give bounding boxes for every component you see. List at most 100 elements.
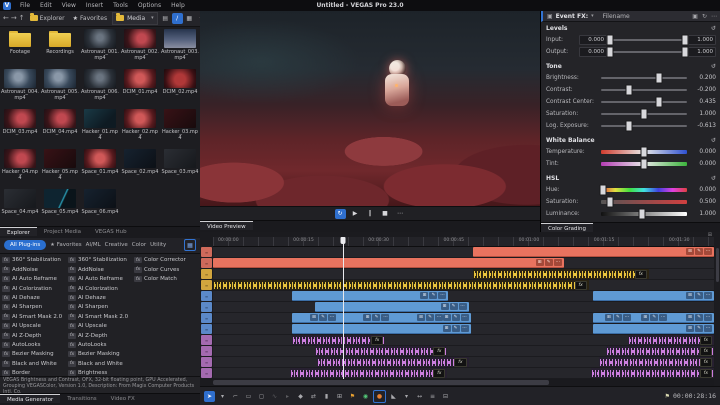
menu-item[interactable]: File — [15, 0, 35, 11]
media-item[interactable]: Recordings — [40, 29, 80, 69]
clip-fx-button[interactable]: fx — [454, 358, 466, 367]
insert-region-button[interactable]: ◉ — [360, 391, 371, 402]
slider-handle-left[interactable] — [607, 47, 614, 58]
timeline-clip[interactable]: fx — [599, 357, 714, 367]
refresh-icon[interactable]: ↻ — [702, 13, 707, 20]
tab-media-generator[interactable]: Media Generator — [0, 394, 60, 403]
track-header[interactable]: ≡ — [201, 291, 212, 301]
filter-ai-ml[interactable]: AI/ML — [86, 242, 101, 248]
filter-creative[interactable]: Creative — [105, 242, 128, 248]
tab-video-preview[interactable]: Video Preview — [200, 221, 253, 230]
clip-fx-button[interactable]: fx — [700, 347, 712, 356]
track-lane[interactable]: ⊞✎⋯⊞✎⋯⊞✎⋯⊞✎⋯⊞✎⋯⊞✎⋯⊞✎⋯ — [213, 313, 714, 323]
slider[interactable] — [601, 77, 687, 79]
tab-project-media[interactable]: Project Media — [37, 227, 88, 235]
media-item[interactable]: Space_04.mp4 — [0, 189, 40, 227]
slider-handle[interactable] — [641, 159, 648, 170]
reset-icon[interactable]: ↺ — [711, 25, 716, 32]
clip-fx-button[interactable]: fx — [700, 358, 712, 367]
transport-more-button[interactable]: ⋯ — [395, 209, 406, 219]
up-icon[interactable]: ↑ — [19, 14, 25, 22]
media-item[interactable]: Hacker_01.mp4 — [80, 109, 120, 149]
track-lane[interactable]: ⊞✎⋯⊞✎⋯ — [213, 291, 714, 301]
media-item[interactable]: Space_03.mp4 — [160, 149, 200, 189]
media-item[interactable]: Astronaut_005.mp4 — [40, 69, 80, 109]
clip-buttons[interactable]: ⊞✎⋯ — [417, 314, 443, 321]
media-item[interactable]: Hacker_04.mp4 — [0, 149, 40, 189]
media-item[interactable]: DCIM_03.mp4 — [0, 109, 40, 149]
range-slider[interactable] — [610, 39, 685, 41]
media-thumbnail[interactable] — [44, 29, 76, 48]
timeline-clip[interactable]: ⊞✎⋯ — [292, 324, 470, 334]
media-item[interactable]: Hacker_03.mp4 — [160, 109, 200, 149]
reset-icon[interactable]: ↺ — [711, 137, 716, 144]
track-lane[interactable]: ⊞✎⋯⊞✎⋯ — [213, 324, 714, 334]
slider-handle[interactable] — [641, 147, 648, 158]
slider[interactable] — [601, 89, 687, 91]
insert-marker-button[interactable]: ⚑ — [347, 391, 358, 402]
media-thumbnail[interactable] — [4, 29, 36, 48]
slider-handle[interactable] — [639, 209, 646, 220]
media-thumbnail[interactable] — [164, 29, 196, 48]
slider[interactable] — [601, 125, 687, 127]
normal-edit-tool[interactable]: ➤ — [204, 391, 215, 402]
clip-buttons[interactable]: ⊞✎⋯ — [441, 303, 467, 310]
clip-fx-button[interactable]: fx — [635, 270, 647, 279]
plugin-item[interactable]: fx AI Upscale — [2, 322, 66, 331]
menu-item[interactable]: Edit — [35, 0, 57, 11]
auto-crossfade-toggle[interactable]: ◆ — [295, 391, 306, 402]
media-thumbnail[interactable] — [44, 149, 76, 168]
timeline-clip[interactable]: ⊞✎⋯⊞✎⋯⊞✎⋯ — [593, 313, 714, 323]
preview-toggle-icon[interactable]: ∕ — [172, 13, 183, 24]
media-item[interactable]: Astronaut_001.mp4 — [80, 29, 120, 69]
minimize-tracks-button[interactable]: ⊟ — [440, 391, 451, 402]
envelope-edit-tool[interactable]: ⌐ — [230, 391, 241, 402]
clip-buttons[interactable]: ⊞✎⋯ — [536, 259, 562, 266]
pause-button[interactable]: ‖ — [365, 209, 376, 219]
slider[interactable] — [601, 113, 687, 115]
media-item[interactable]: Footage — [0, 29, 40, 69]
track-lane[interactable]: fx — [213, 269, 714, 279]
plugin-item[interactable]: fx AI Dehaze — [68, 293, 132, 302]
media-thumbnail[interactable] — [84, 69, 116, 88]
lock-envelopes-toggle[interactable]: ▮ — [321, 391, 332, 402]
plugin-item[interactable]: fx Black and White — [2, 359, 66, 368]
more-icon[interactable]: ⋯ — [711, 13, 717, 20]
track-header[interactable]: ≡ — [201, 258, 212, 268]
plugin-item[interactable]: fx Color Corrector — [134, 256, 198, 265]
plugin-item[interactable]: fx AI Colorization — [2, 284, 66, 293]
clip-buttons[interactable]: ⊞✎⋯ — [363, 314, 389, 321]
clip-buttons[interactable]: ⊞✎⋯ — [641, 314, 667, 321]
track-lane[interactable]: fxfx — [213, 368, 714, 378]
track-header[interactable]: ≡ — [201, 346, 212, 356]
slider-handle[interactable] — [599, 185, 606, 196]
track-header[interactable]: ≡ — [201, 335, 212, 345]
media-thumbnail[interactable] — [84, 149, 116, 168]
gradient-slider[interactable] — [601, 150, 687, 154]
media-item[interactable]: Space_05.mp4 — [40, 189, 80, 227]
clip-buttons[interactable]: ⊞✎⋯ — [443, 325, 469, 332]
media-thumbnail[interactable] — [84, 29, 116, 48]
filter-favorites[interactable]: ★ Favorites — [50, 242, 81, 248]
plugin-item[interactable]: fx AI Z-Depth — [2, 331, 66, 340]
track-lane[interactable]: fx — [213, 280, 714, 290]
menu-item[interactable]: Insert — [81, 0, 108, 11]
forward-icon[interactable]: → — [11, 14, 17, 22]
slider-handle-left[interactable] — [607, 35, 614, 46]
plugin-item[interactable]: fx AI Smart Mask 2.0 — [2, 312, 66, 321]
media-item[interactable]: Astronaut_004.mp4 — [0, 69, 40, 109]
clip-buttons[interactable]: ⊞✎⋯ — [686, 248, 712, 255]
slider-handle-right[interactable] — [682, 35, 689, 46]
track-header[interactable]: ≡ — [201, 324, 212, 334]
media-item[interactable]: Space_06.mp4 — [80, 189, 120, 227]
grid-view-icon[interactable]: ▦ — [184, 239, 196, 251]
track-header[interactable]: ≡ — [201, 357, 212, 367]
gradient-slider[interactable] — [601, 162, 687, 166]
track-header[interactable]: ≡ — [201, 313, 212, 323]
timeline-clip[interactable]: fx — [292, 335, 385, 345]
slider-handle[interactable] — [626, 121, 633, 132]
media-item[interactable]: Astronaut_006.mp4 — [80, 69, 120, 109]
fit-timeline-button[interactable]: ↔ — [414, 391, 425, 402]
timeline-clip[interactable]: ⊞✎⋯ — [213, 258, 564, 268]
back-icon[interactable]: ← — [3, 14, 9, 22]
